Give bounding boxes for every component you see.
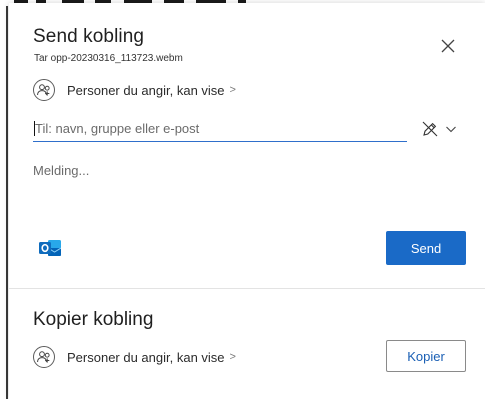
file-name: Tar opp-20230316_113723.webm	[34, 53, 183, 64]
copy-permission-label: Personer du angir, kan vise	[67, 349, 225, 365]
send-button[interactable]: Send	[386, 231, 466, 265]
chevron-right-icon: >	[229, 84, 236, 96]
background-window-border	[6, 6, 8, 399]
recipients-input[interactable]	[33, 115, 407, 142]
send-permission-label: Personer du angir, kan vise	[67, 82, 225, 98]
close-icon	[441, 39, 455, 53]
share-screen: Send kobling Tar opp-20230316_113723.web…	[0, 0, 485, 399]
outlook-icon[interactable]	[39, 238, 62, 258]
chevron-right-icon: >	[229, 351, 236, 363]
people-icon	[33, 346, 55, 368]
send-permission-settings[interactable]: Personer du angir, kan vise >	[33, 79, 236, 101]
send-link-title: Send kobling	[33, 26, 145, 47]
edit-permissions-dropdown[interactable]	[420, 118, 460, 140]
text-cursor	[34, 121, 35, 136]
section-divider	[9, 288, 485, 289]
people-icon	[33, 79, 55, 101]
copy-permission-settings[interactable]: Personer du angir, kan vise >	[33, 346, 236, 368]
message-input[interactable]	[33, 163, 453, 203]
copy-link-title: Kopier kobling	[33, 309, 154, 330]
copy-button[interactable]: Kopier	[386, 340, 466, 372]
chevron-down-icon	[446, 126, 456, 133]
share-link-dialog: Send kobling Tar opp-20230316_113723.web…	[9, 3, 485, 399]
pen-slash-icon	[422, 121, 438, 137]
close-button[interactable]	[439, 37, 457, 55]
